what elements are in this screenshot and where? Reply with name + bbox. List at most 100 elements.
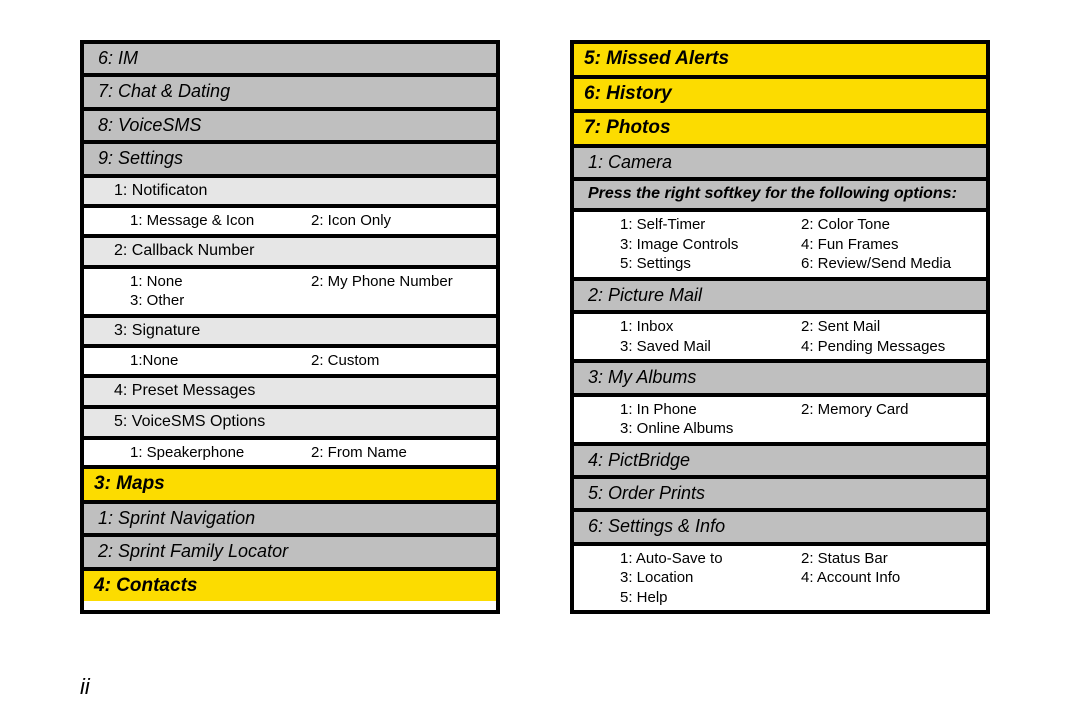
option-pair: 1: Auto-Save to2: Status Bar <box>620 549 978 569</box>
row-text: 8: VoiceSMS <box>98 115 201 135</box>
option-pair: 1: Self-Timer2: Color Tone <box>620 215 978 235</box>
row-text: 3: My Albums <box>588 367 696 387</box>
right-row-5: 1: Self-Timer2: Color Tone3: Image Contr… <box>574 212 986 281</box>
option: 1: Auto-Save to <box>620 549 797 569</box>
right-row-0: 5: Missed Alerts <box>574 44 986 79</box>
option: 2: Custom <box>311 351 488 371</box>
page-number: ii <box>80 674 90 700</box>
right-row-4: Press the right softkey for the followin… <box>574 181 986 212</box>
option: 2: Sent Mail <box>801 317 978 337</box>
row-text: 1: Camera <box>588 152 672 172</box>
option: 4: Fun Frames <box>801 235 978 255</box>
left-row-12: 1: Speakerphone2: From Name <box>84 440 496 470</box>
left-row-9: 1:None2: Custom <box>84 348 496 378</box>
option-pair: 1: Speakerphone2: From Name <box>130 443 488 463</box>
option: 3: Image Controls <box>620 235 797 255</box>
left-row-1: 7: Chat & Dating <box>84 77 496 110</box>
option: 1: In Phone <box>620 400 797 420</box>
option: 1:None <box>130 351 307 371</box>
option: 3: Other <box>130 291 307 311</box>
option: 5: Settings <box>620 254 797 274</box>
option: 1: Message & Icon <box>130 211 307 231</box>
row-text: 7: Photos <box>584 117 671 138</box>
left-row-8: 3: Signature <box>84 318 496 349</box>
row-text: 9: Settings <box>98 148 183 168</box>
left-row-5: 1: Message & Icon2: Icon Only <box>84 208 496 238</box>
left-row-14: 1: Sprint Navigation <box>84 504 496 537</box>
option: 2: Color Tone <box>801 215 978 235</box>
row-text: 7: Chat & Dating <box>98 81 230 101</box>
row-text: Press the right softkey for the followin… <box>588 185 957 202</box>
left-column: 6: IM 7: Chat & Dating 8: VoiceSMS 9: Setti… <box>80 40 500 614</box>
option: 1: Inbox <box>620 317 797 337</box>
right-row-11: 5: Order Prints <box>574 479 986 512</box>
row-text: 5: Missed Alerts <box>584 48 729 69</box>
option: 1: Self-Timer <box>620 215 797 235</box>
option: 2: Memory Card <box>801 400 978 420</box>
option-pair: 5: Settings6: Review/Send Media <box>620 254 978 274</box>
option-pair: 3: Image Controls4: Fun Frames <box>620 235 978 255</box>
row-text: 1: Sprint Navigation <box>98 508 255 528</box>
option-pair: 1: None2: My Phone Number <box>130 272 488 292</box>
option: 3: Saved Mail <box>620 337 797 357</box>
right-row-9: 1: In Phone2: Memory Card3: Online Album… <box>574 397 986 446</box>
right-row-10: 4: PictBridge <box>574 446 986 479</box>
left-row-11: 5: VoiceSMS Options <box>84 409 496 440</box>
row-text: 6: History <box>584 83 672 104</box>
option: 4: Pending Messages <box>801 337 978 357</box>
row-text: 4: PictBridge <box>588 450 690 470</box>
option: 4: Account Info <box>801 568 978 588</box>
option-pair: 1: Message & Icon2: Icon Only <box>130 211 488 231</box>
page: 6: IM 7: Chat & Dating 8: VoiceSMS 9: Setti… <box>0 0 1080 624</box>
row-text: 2: Picture Mail <box>588 285 702 305</box>
row-text: 2: Sprint Family Locator <box>98 541 288 561</box>
right-row-12: 6: Settings & Info <box>574 512 986 545</box>
option: 1: Speakerphone <box>130 443 307 463</box>
left-row-2: 8: VoiceSMS <box>84 111 496 144</box>
option: 3: Location <box>620 568 797 588</box>
option-pair: 1: In Phone2: Memory Card <box>620 400 978 420</box>
option: 2: Icon Only <box>311 211 488 231</box>
option: 3: Online Albums <box>620 419 797 439</box>
option: 2: My Phone Number <box>311 272 488 292</box>
row-text: 6: IM <box>98 48 138 68</box>
left-row-3: 9: Settings <box>84 144 496 177</box>
right-row-7: 1: Inbox2: Sent Mail3: Saved Mail4: Pend… <box>574 314 986 363</box>
row-text: 3: Signature <box>114 322 200 339</box>
left-row-0: 6: IM <box>84 44 496 77</box>
row-text: 1: Notificaton <box>114 182 207 199</box>
option: 6: Review/Send Media <box>801 254 978 274</box>
left-row-10: 4: Preset Messages <box>84 378 496 409</box>
left-row-4: 1: Notificaton <box>84 178 496 209</box>
option-pair: 1: Inbox2: Sent Mail <box>620 317 978 337</box>
row-text: 5: Order Prints <box>588 483 705 503</box>
row-text: 2: Callback Number <box>114 242 255 259</box>
option-pair: 1:None2: Custom <box>130 351 488 371</box>
right-row-1: 6: History <box>574 79 986 114</box>
left-row-13: 3: Maps <box>84 469 496 504</box>
option-single: 3: Other <box>130 291 488 311</box>
option-pair: 3: Location4: Account Info <box>620 568 978 588</box>
left-row-6: 2: Callback Number <box>84 238 496 269</box>
right-column: 5: Missed Alerts 6: History 7: Photos 1: Ca… <box>570 40 990 614</box>
row-text: 4: Preset Messages <box>114 382 255 399</box>
left-row-16: 4: Contacts <box>84 571 496 602</box>
option: 1: None <box>130 272 307 292</box>
option: 2: Status Bar <box>801 549 978 569</box>
row-text: 4: Contacts <box>94 575 197 596</box>
right-row-3: 1: Camera <box>574 148 986 181</box>
row-text: 6: Settings & Info <box>588 516 725 536</box>
right-row-8: 3: My Albums <box>574 363 986 396</box>
left-row-7: 1: None2: My Phone Number3: Other <box>84 269 496 318</box>
option-single: 3: Online Albums <box>620 419 978 439</box>
left-row-15: 2: Sprint Family Locator <box>84 537 496 570</box>
right-row-6: 2: Picture Mail <box>574 281 986 314</box>
row-text: 5: VoiceSMS Options <box>114 413 265 430</box>
option-single: 5: Help <box>620 588 978 608</box>
right-row-13: 1: Auto-Save to2: Status Bar3: Location4… <box>574 546 986 611</box>
option: 2: From Name <box>311 443 488 463</box>
right-row-2: 7: Photos <box>574 113 986 148</box>
option-pair: 3: Saved Mail4: Pending Messages <box>620 337 978 357</box>
option: 5: Help <box>620 588 797 608</box>
row-text: 3: Maps <box>94 473 165 494</box>
